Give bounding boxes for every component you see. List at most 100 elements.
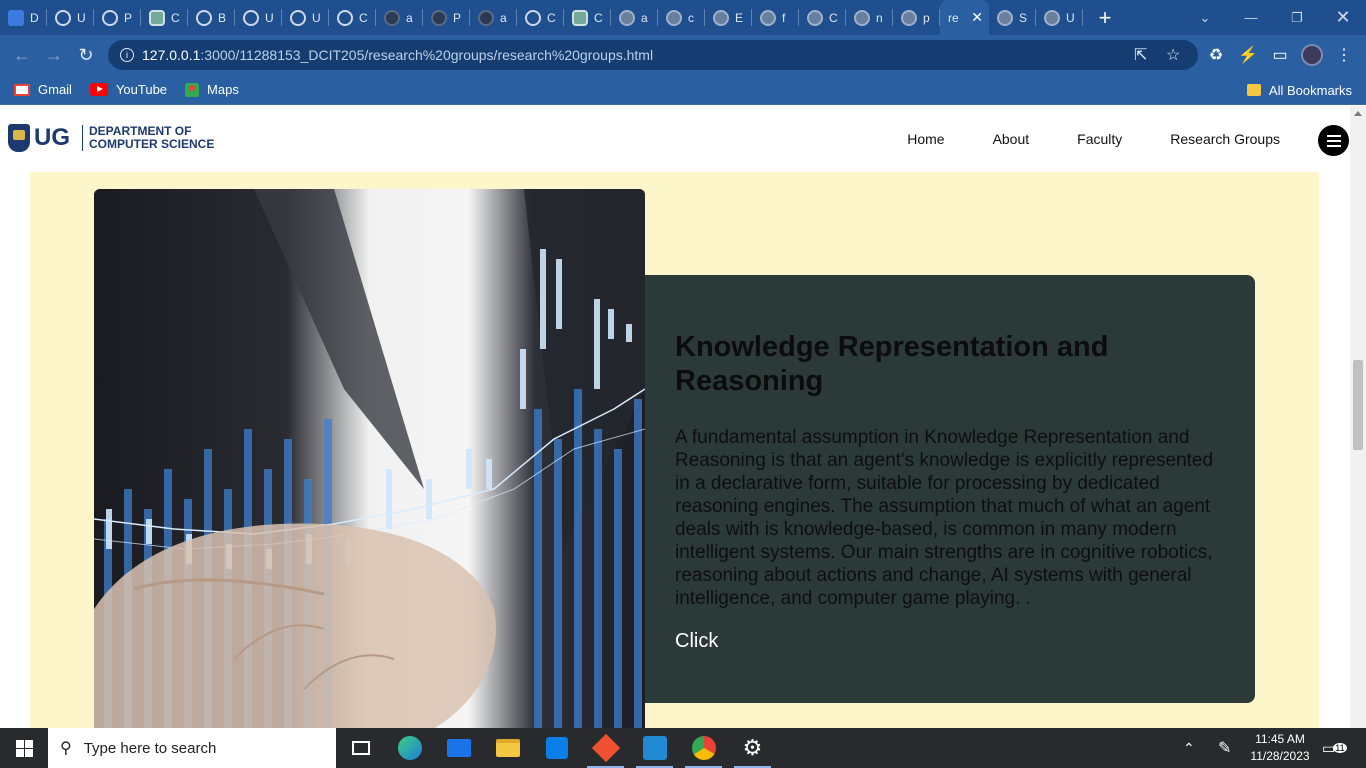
- browser-tab[interactable]: S: [989, 0, 1036, 35]
- browser-tab[interactable]: p: [893, 0, 940, 35]
- clock-time: 11:45 AM: [1255, 732, 1305, 746]
- tab-active[interactable]: re ✕: [940, 0, 989, 35]
- edge-icon[interactable]: [385, 728, 434, 768]
- hamburger-menu-icon[interactable]: [1318, 125, 1349, 156]
- site-icon: [290, 9, 306, 26]
- browser-tab[interactable]: U: [282, 0, 329, 35]
- browser-tab[interactable]: D: [0, 0, 47, 35]
- address-bar[interactable]: i 127.0.0.1:3000/11288153_DCIT205/resear…: [108, 40, 1198, 70]
- scroll-thumb[interactable]: [1353, 360, 1363, 450]
- nav-research-groups[interactable]: Research Groups: [1170, 131, 1280, 147]
- browser-tab[interactable]: E: [705, 0, 752, 35]
- taskbar-search-box[interactable]: ⚲ Type here to search: [48, 728, 336, 768]
- bookmark-maps[interactable]: Maps: [185, 82, 239, 97]
- browser-tab[interactable]: f: [752, 0, 799, 35]
- page-scrollbar[interactable]: [1350, 106, 1366, 728]
- tab-label: re: [948, 10, 959, 25]
- research-group-section: Knowledge Representation and Reasoning A…: [30, 172, 1319, 728]
- side-panel-icon[interactable]: ▭: [1264, 39, 1296, 71]
- nav-faculty[interactable]: Faculty: [1077, 131, 1122, 147]
- browser-tab[interactable]: n: [846, 0, 893, 35]
- restore-button[interactable]: ❐: [1274, 0, 1320, 35]
- close-tab-icon[interactable]: ✕: [971, 9, 983, 26]
- browser-tab[interactable]: P: [423, 0, 470, 35]
- tab-label: P: [453, 10, 462, 25]
- tab-label: B: [218, 10, 227, 25]
- scroll-up-arrow-icon[interactable]: [1354, 111, 1362, 116]
- globe-icon: [760, 9, 776, 26]
- browser-tab[interactable]: C: [517, 0, 564, 35]
- logo-abbr: UG: [34, 124, 70, 151]
- performance-icon[interactable]: ⚡: [1232, 39, 1264, 71]
- search-placeholder: Type here to search: [83, 739, 217, 757]
- globe-icon: [901, 9, 917, 26]
- browser-tab[interactable]: C: [329, 0, 376, 35]
- notification-count: 11: [1333, 743, 1347, 753]
- browser-tab[interactable]: U: [47, 0, 94, 35]
- start-button[interactable]: [0, 728, 48, 768]
- nav-about[interactable]: About: [993, 131, 1030, 147]
- task-view-icon[interactable]: [336, 728, 385, 768]
- site-info-icon[interactable]: i: [120, 48, 134, 62]
- research-card-title: Knowledge Representation and Reasoning: [675, 331, 1109, 397]
- new-tab-button[interactable]: +: [1093, 5, 1117, 31]
- browser-tab[interactable]: c: [658, 0, 705, 35]
- browser-tab[interactable]: a: [611, 0, 658, 35]
- share-icon[interactable]: ⇱: [1134, 40, 1147, 70]
- git-icon[interactable]: [581, 728, 630, 768]
- minimize-button[interactable]: —: [1228, 0, 1274, 35]
- docs-icon: [8, 9, 24, 26]
- browser-tab[interactable]: C: [564, 0, 611, 35]
- loading-icon: [55, 9, 71, 26]
- tab-label: a: [641, 10, 648, 25]
- browser-tab[interactable]: a: [470, 0, 517, 35]
- logo-dept-text: DEPARTMENT OF COMPUTER SCIENCE: [82, 125, 214, 151]
- tab-search-icon[interactable]: ⌄: [1182, 0, 1228, 35]
- globe-icon: [854, 9, 870, 26]
- tab-label: c: [688, 10, 694, 25]
- vscode-icon[interactable]: [630, 728, 679, 768]
- pen-icon[interactable]: ✎: [1218, 728, 1231, 768]
- research-card-click-link[interactable]: Click: [675, 630, 718, 653]
- maps-icon: [185, 82, 200, 97]
- bookmark-star-icon[interactable]: ☆: [1166, 40, 1180, 70]
- site-logo[interactable]: UG DEPARTMENT OF COMPUTER SCIENCE: [8, 124, 214, 152]
- tab-label: D: [30, 10, 39, 25]
- globe-icon: [713, 9, 729, 26]
- close-window-button[interactable]: ✕: [1320, 0, 1366, 35]
- bookmark-youtube[interactable]: YouTube: [89, 82, 167, 97]
- browser-tab[interactable]: C: [141, 0, 188, 35]
- browser-tab[interactable]: P: [94, 0, 141, 35]
- nav-home[interactable]: Home: [907, 131, 944, 147]
- browser-menu-icon[interactable]: ⋮: [1328, 39, 1360, 71]
- show-hidden-icons-icon[interactable]: ⌃: [1183, 728, 1195, 768]
- extensions-icon[interactable]: ♻: [1200, 39, 1232, 71]
- ug-crest-icon: [8, 124, 30, 152]
- notification-center-icon[interactable]: ▭ 11: [1322, 728, 1347, 768]
- microsoft-store-icon[interactable]: [532, 728, 581, 768]
- tab-label: U: [77, 10, 86, 25]
- tab-label: E: [735, 10, 744, 25]
- browser-tab[interactable]: U: [235, 0, 282, 35]
- reload-button[interactable]: ↻: [70, 39, 102, 71]
- bookmark-gmail[interactable]: Gmail: [14, 82, 72, 97]
- mail-icon[interactable]: [434, 728, 483, 768]
- tab-label: P: [124, 10, 133, 25]
- chrome-icon[interactable]: [679, 728, 728, 768]
- profile-avatar[interactable]: [1296, 39, 1328, 71]
- forward-button[interactable]: →: [38, 39, 70, 71]
- browser-tab[interactable]: C: [799, 0, 846, 35]
- all-bookmarks-button[interactable]: All Bookmarks: [1246, 75, 1352, 105]
- tab-label: C: [547, 10, 556, 25]
- settings-icon[interactable]: ⚙: [728, 728, 777, 768]
- taskbar-clock[interactable]: 11:45 AM 11/28/2023: [1250, 731, 1310, 765]
- research-card: Knowledge Representation and Reasoning A…: [645, 275, 1255, 703]
- clock-date: 11/28/2023: [1250, 749, 1310, 763]
- browser-tab[interactable]: U: [1036, 0, 1083, 35]
- browser-tab[interactable]: B: [188, 0, 235, 35]
- gmail-icon: [14, 83, 30, 96]
- file-explorer-icon[interactable]: [483, 728, 532, 768]
- browser-tab[interactable]: a: [376, 0, 423, 35]
- site-header: UG DEPARTMENT OF COMPUTER SCIENCE Home Ab…: [0, 106, 1350, 172]
- back-button[interactable]: ←: [6, 39, 38, 71]
